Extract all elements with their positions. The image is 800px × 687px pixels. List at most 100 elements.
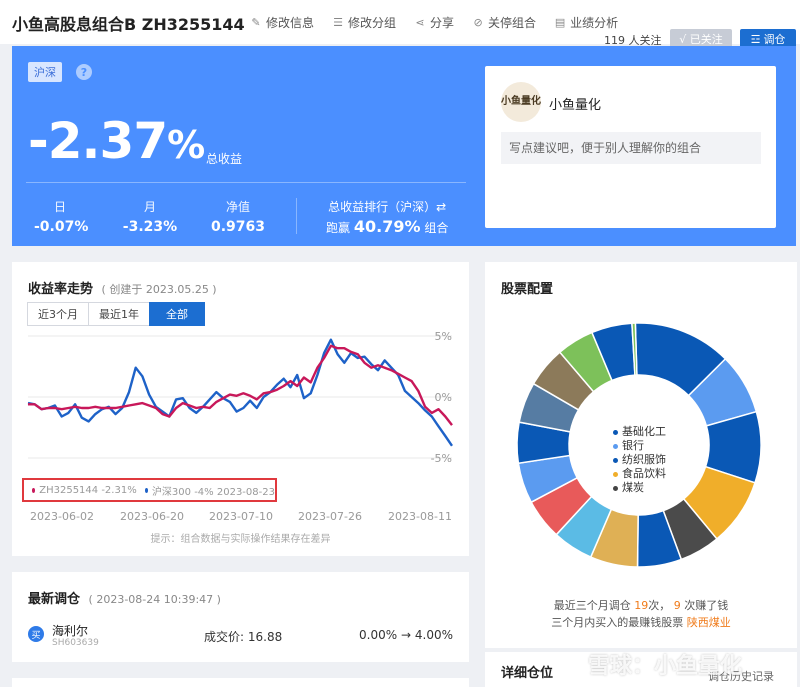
index-legend-dot bbox=[144, 487, 148, 493]
series-line-index bbox=[27, 338, 453, 447]
rebalance-stats-suffix: 次赚了钱 bbox=[684, 599, 729, 612]
rebalance-count: 19 bbox=[634, 599, 649, 612]
x-tick-label: 2023-06-20 bbox=[120, 510, 184, 523]
legend-label: 纺织服饰 bbox=[622, 453, 666, 466]
total-return-number: -2.37 bbox=[28, 112, 168, 170]
y-tick-label: -5% bbox=[431, 452, 452, 465]
stock-allocation-card: 股票配置 基础化工 银行 纺织服饰 食品饮料 煤炭 最近三个月调仓 19次， 9… bbox=[485, 262, 797, 648]
daily-return: 日 -0.07% bbox=[34, 198, 88, 235]
performance-analysis-label: 业绩分析 bbox=[570, 16, 619, 30]
summary-banner: 沪深 ? -2.37% 总收益 日 -0.07% 月 -3.23% 净值 0.9… bbox=[12, 46, 796, 246]
index-legend-text: 沪深300 -4% 2023-08-23 bbox=[151, 486, 275, 498]
ranking-line: 跑赢 40.79% 组合 bbox=[326, 217, 448, 236]
y-tick-label: 0% bbox=[435, 391, 452, 404]
legend-label: 基础化工 bbox=[622, 425, 666, 438]
legend-dot bbox=[613, 429, 618, 435]
legend-label: 银行 bbox=[622, 439, 644, 452]
stats-separator bbox=[296, 198, 297, 234]
ranking-prefix: 跑赢 bbox=[326, 221, 351, 235]
stop-icon: ⊘ bbox=[473, 16, 483, 29]
portfolio-legend-text: ZH3255144 -2.31% bbox=[39, 484, 137, 496]
rebalance-time: ( 2023-08-24 10:39:47 ) bbox=[88, 593, 221, 606]
owner-comment-input[interactable]: 写点建议吧，便于别人理解你的组合 bbox=[501, 132, 761, 164]
chart-hint: 提示：组合数据与实际操作结果存在差异 bbox=[150, 534, 331, 545]
legend-label: 煤炭 bbox=[622, 481, 644, 494]
legend-dot bbox=[613, 485, 618, 491]
portfolio-legend-dot bbox=[32, 487, 36, 493]
legend-dot bbox=[613, 457, 618, 463]
x-tick-label: 2023-08-11 bbox=[388, 510, 452, 523]
weight-to: 4.00% bbox=[414, 628, 453, 642]
buy-icon: 买 bbox=[28, 626, 44, 642]
net-value: 净值 0.9763 bbox=[208, 198, 268, 235]
help-icon[interactable]: ? bbox=[76, 64, 92, 80]
rebalance-row[interactable]: 买 海利尔 SH603639 成交价: 16.88 0.00% → 4.00% bbox=[28, 622, 453, 652]
series-line-portfolio bbox=[28, 344, 453, 426]
top-bar: 小鱼高股息组合B ZH3255144 ✎ 修改信息 ☰ 修改分组 ⋖ 分享 ⊘ … bbox=[0, 0, 800, 49]
trade-price-value: 16.88 bbox=[247, 630, 283, 644]
legend-dot bbox=[613, 471, 618, 477]
daily-return-label: 日 bbox=[53, 200, 66, 214]
action-bar: ✎ 修改信息 ☰ 修改分组 ⋖ 分享 ⊘ 关停组合 ▤ 业绩分析 bbox=[250, 14, 618, 31]
sliders-icon: ☲ bbox=[750, 32, 761, 46]
rebalance-stats-mid: 次， bbox=[648, 599, 671, 612]
ranking-label: 总收益排行（沪深）⇄ bbox=[328, 200, 447, 214]
legend-item-chemicals: 基础化工 bbox=[613, 425, 666, 439]
net-value-label: 净值 bbox=[225, 200, 250, 214]
edit-group-label: 修改分组 bbox=[348, 16, 397, 30]
market-badge: 沪深 bbox=[28, 62, 62, 82]
owner-name[interactable]: 小鱼量化 bbox=[549, 94, 601, 113]
return-trend-card: 收益率走势 ( 创建于 2023.05.25 ) 近3个月 最近1年 全部 5%… bbox=[12, 262, 469, 556]
best-stock-link[interactable]: 陕西煤业 bbox=[687, 616, 731, 629]
stock-code: SH603639 bbox=[52, 638, 99, 648]
list-icon: ☰ bbox=[333, 16, 343, 29]
latest-rebalance-card: 最新调仓 ( 2023-08-24 10:39:47 ) 买 海利尔 SH603… bbox=[12, 572, 469, 662]
winning-count: 9 bbox=[673, 599, 681, 612]
ranking-value: 40.79% bbox=[353, 217, 421, 236]
monthly-return-value: -3.23% bbox=[122, 219, 178, 235]
return-ranking[interactable]: 总收益排行（沪深）⇄ 跑赢 40.79% 组合 bbox=[326, 198, 448, 236]
ranking-suffix: 组合 bbox=[424, 221, 449, 235]
total-return-unit: % bbox=[167, 123, 205, 167]
monthly-return-label: 月 bbox=[143, 200, 156, 214]
banner-divider bbox=[26, 182, 466, 183]
performance-analysis-button[interactable]: ▤ 业绩分析 bbox=[554, 14, 618, 31]
rebalance-title-text: 最新调仓 bbox=[28, 592, 81, 607]
pencil-icon: ✎ bbox=[251, 16, 261, 29]
holdings-title: 详细仓位 bbox=[501, 666, 554, 681]
rebalance-stats-prefix: 最近三个月调仓 bbox=[553, 599, 631, 612]
chart-legend: ZH3255144 -2.31% 沪深300 -4% 2023-08-23 bbox=[22, 478, 277, 502]
stock-name[interactable]: 海利尔 bbox=[52, 622, 88, 639]
watermark: 雪球：小鱼量化 bbox=[588, 654, 743, 679]
arrow-right-icon: → bbox=[400, 628, 412, 642]
monthly-return: 月 -3.23% bbox=[120, 198, 180, 235]
total-return-value: -2.37% bbox=[28, 112, 205, 170]
rebalance-label: 调仓 bbox=[763, 33, 786, 46]
legend-label: 食品饮料 bbox=[622, 467, 666, 480]
legend-item-food: 食品饮料 bbox=[613, 467, 666, 481]
trade-price-label: 成交价: bbox=[204, 630, 245, 644]
x-tick-label: 2023-07-10 bbox=[209, 510, 273, 523]
owner-card: 小鱼量化 小鱼量化 写点建议吧，便于别人理解你的组合 bbox=[485, 66, 776, 228]
avatar[interactable]: 小鱼量化 bbox=[501, 82, 541, 122]
rebalance-stats: 最近三个月调仓 19次， 9 次赚了钱 bbox=[485, 597, 797, 614]
best-stock-line: 三个月内买入的最赚钱股票 陕西煤业 bbox=[485, 614, 797, 631]
edit-info-button[interactable]: ✎ 修改信息 bbox=[250, 14, 314, 31]
legend-item-banks: 银行 bbox=[613, 439, 666, 453]
share-button[interactable]: ⋖ 分享 bbox=[414, 14, 454, 31]
close-portfolio-button[interactable]: ⊘ 关停组合 bbox=[472, 14, 536, 31]
total-return-label: 总收益 bbox=[206, 152, 243, 166]
share-icon: ⋖ bbox=[415, 16, 425, 29]
close-portfolio-label: 关停组合 bbox=[488, 16, 537, 30]
edit-info-label: 修改信息 bbox=[266, 16, 315, 30]
legend-dot bbox=[613, 443, 618, 449]
edit-group-button[interactable]: ☰ 修改分组 bbox=[332, 14, 396, 31]
weight-from: 0.00% bbox=[359, 628, 398, 642]
net-value-value: 0.9763 bbox=[210, 219, 266, 235]
allocation-legend: 基础化工 银行 纺织服饰 食品饮料 煤炭 bbox=[613, 425, 666, 495]
legend-item-textiles: 纺织服饰 bbox=[613, 453, 666, 467]
next-card bbox=[12, 678, 469, 687]
x-tick-label: 2023-06-02 bbox=[30, 510, 94, 523]
best-stock-prefix: 三个月内买入的最赚钱股票 bbox=[551, 616, 684, 629]
weight-change: 0.00% → 4.00% bbox=[359, 628, 453, 642]
